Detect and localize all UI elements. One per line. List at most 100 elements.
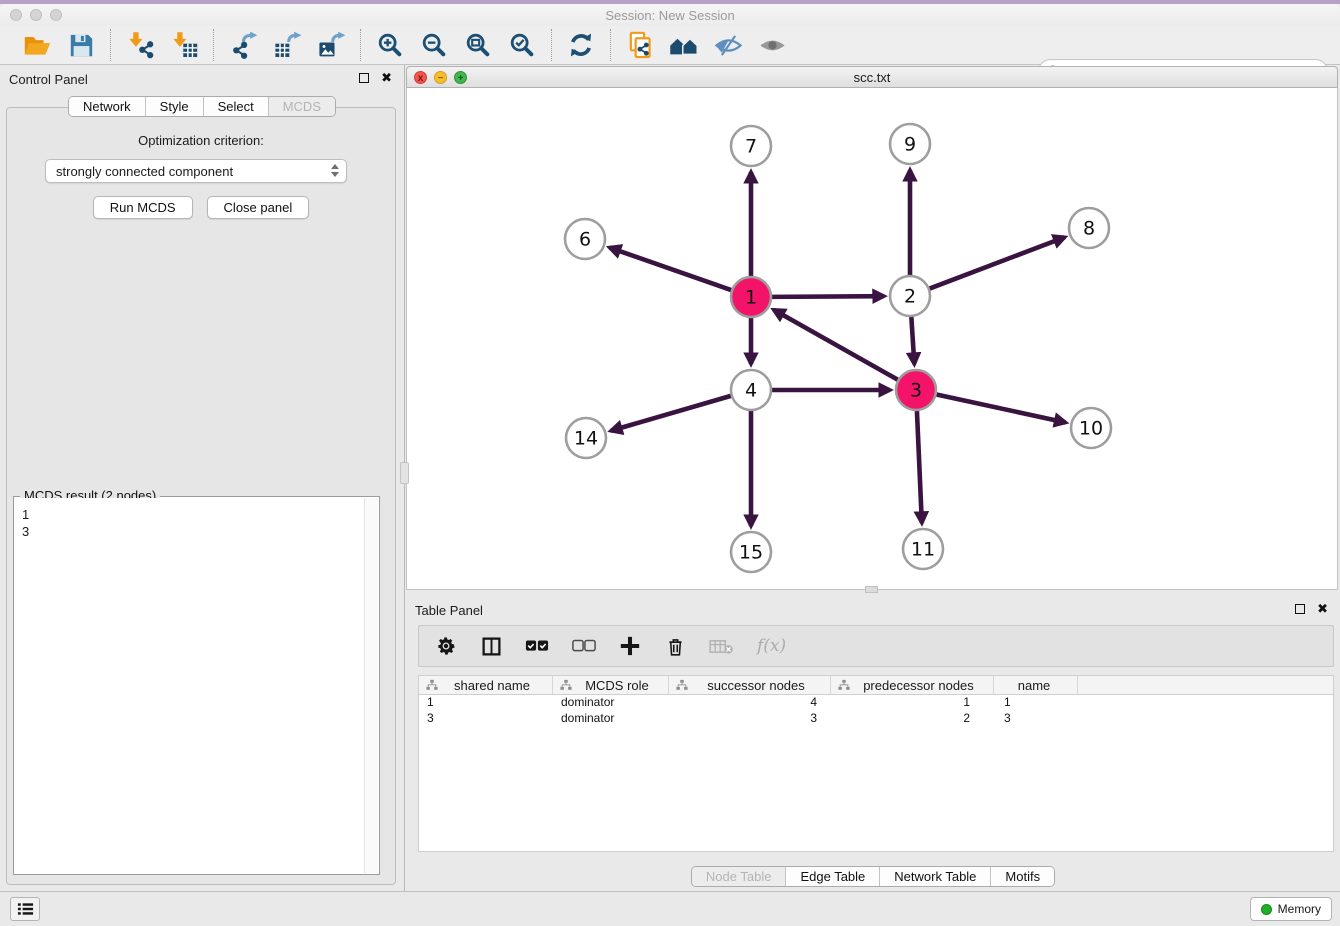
save-session-icon[interactable] (64, 29, 98, 61)
graph-node-label-15: 15 (739, 542, 763, 564)
mcds-tab-content: Optimization criterion: strongly connect… (6, 107, 396, 885)
app-title: Session: New Session (0, 8, 1340, 23)
criterion-select[interactable]: strongly connected component (45, 159, 347, 183)
delete-table-icon[interactable] (709, 633, 734, 659)
status-bar: Memory (0, 891, 1340, 926)
export-network-icon[interactable] (226, 29, 260, 61)
zoom-fit-icon[interactable] (461, 29, 495, 61)
table-row[interactable]: 1 dominator 4 1 1 (419, 695, 1333, 711)
column-type-icon (838, 679, 850, 691)
network-window-title: scc.txt (407, 70, 1337, 85)
graph-node-label-14: 14 (574, 428, 598, 450)
cell-mcds-role[interactable]: dominator (553, 695, 669, 711)
open-session-icon[interactable] (20, 29, 54, 61)
network-canvas-svg: 7968124314101511 (407, 88, 1337, 589)
float-table-panel-icon[interactable] (1295, 604, 1305, 614)
export-image-icon[interactable] (314, 29, 348, 61)
hide-panels-icon[interactable] (711, 29, 745, 61)
mcds-result-box: MCDS result (2 nodes) 1 3 (13, 496, 380, 875)
graph-edge-4-14[interactable] (611, 396, 731, 431)
graph-edge-2-8[interactable] (930, 237, 1065, 288)
graph-edge-2-3[interactable] (911, 317, 914, 364)
column-type-icon (426, 679, 438, 691)
graph-node-label-1: 1 (745, 287, 757, 309)
close-table-panel-icon[interactable]: ✖ (1317, 603, 1328, 615)
column-header-mcds-role[interactable]: MCDS role (553, 676, 669, 694)
zoom-selected-icon[interactable] (505, 29, 539, 61)
add-column-icon[interactable] (619, 633, 641, 659)
import-table-icon[interactable] (167, 29, 201, 61)
apply-function-icon[interactable]: f(x) (757, 633, 786, 659)
tab-style[interactable]: Style (145, 97, 203, 116)
table-toolbar: f(x) (418, 625, 1334, 667)
network-canvas[interactable]: 7968124314101511 (406, 88, 1338, 590)
node-table: shared name MCDS role successor nodes pr… (418, 675, 1334, 852)
clone-network-icon[interactable] (623, 29, 657, 61)
home-view-icon[interactable] (667, 29, 701, 61)
tab-node-table[interactable]: Node Table (692, 867, 786, 886)
import-network-icon[interactable] (123, 29, 157, 61)
close-panel-icon[interactable]: ✖ (381, 72, 392, 84)
graph-node-label-7: 7 (745, 136, 757, 158)
show-columns-icon[interactable] (480, 633, 502, 659)
graph-node-label-9: 9 (904, 134, 916, 156)
app-root: { "window": { "title": "Session: New Ses… (0, 0, 1340, 926)
table-row[interactable]: 3 dominator 3 2 3 (419, 711, 1333, 727)
network-resize-handle[interactable] (865, 586, 878, 593)
mcds-result-list[interactable]: 1 3 (15, 498, 364, 873)
column-header-shared-name[interactable]: shared name (419, 676, 553, 694)
cell-shared-name[interactable]: 1 (419, 695, 553, 711)
graph-edge-3-11[interactable] (917, 411, 922, 523)
panel-splitter-handle[interactable] (400, 462, 409, 484)
column-type-icon (676, 679, 688, 691)
run-mcds-button[interactable]: Run MCDS (93, 196, 193, 219)
graph-node-label-2: 2 (904, 286, 916, 308)
cell-successor-nodes[interactable]: 4 (669, 695, 831, 711)
table-options-gear-icon[interactable] (435, 633, 457, 659)
tab-edge-table[interactable]: Edge Table (785, 867, 879, 886)
cell-name[interactable]: 1 (994, 695, 1078, 711)
tab-motifs[interactable]: Motifs (990, 867, 1054, 886)
column-header-successor-nodes[interactable]: successor nodes (669, 676, 831, 694)
graph-node-label-3: 3 (910, 380, 922, 402)
mcds-result-line: 3 (22, 523, 358, 540)
memory-label: Memory (1278, 902, 1321, 916)
tab-network[interactable]: Network (69, 97, 145, 116)
tab-network-table[interactable]: Network Table (879, 867, 990, 886)
table-panel-header: Table Panel ✖ (406, 596, 1340, 623)
column-header-predecessor-nodes[interactable]: predecessor nodes (831, 676, 994, 694)
optimization-criterion-label: Optimization criterion: (7, 133, 395, 148)
cell-predecessor-nodes[interactable]: 2 (831, 711, 994, 727)
delete-column-trash-icon[interactable] (664, 633, 686, 659)
cell-name[interactable]: 3 (994, 711, 1078, 727)
cell-successor-nodes[interactable]: 3 (669, 711, 831, 727)
memory-button[interactable]: Memory (1250, 897, 1332, 921)
cell-predecessor-nodes[interactable]: 1 (831, 695, 994, 711)
show-panels-eye-icon[interactable] (755, 29, 789, 61)
refresh-view-icon[interactable] (564, 29, 598, 61)
cell-shared-name[interactable]: 3 (419, 711, 553, 727)
export-table-icon[interactable] (270, 29, 304, 61)
zoom-in-icon[interactable] (373, 29, 407, 61)
network-window-titlebar[interactable]: x − + scc.txt (406, 66, 1338, 88)
tab-select[interactable]: Select (203, 97, 268, 116)
column-header-name[interactable]: name (994, 676, 1078, 694)
tab-mcds[interactable]: MCDS (268, 97, 335, 116)
graph-edge-1-6[interactable] (610, 248, 732, 290)
mcds-result-line: 1 (22, 506, 358, 523)
cell-mcds-role[interactable]: dominator (553, 711, 669, 727)
graph-edge-3-1[interactable] (774, 310, 898, 380)
result-scrollbar[interactable] (364, 498, 378, 873)
select-all-columns-icon[interactable] (525, 633, 549, 659)
graph-edge-3-10[interactable] (937, 394, 1066, 422)
graph-node-label-4: 4 (745, 380, 757, 402)
criterion-value: strongly connected component (56, 164, 233, 179)
graph-edge-1-2[interactable] (772, 296, 884, 297)
control-panel-header: Control Panel ✖ (0, 65, 404, 92)
network-view-window: x − + scc.txt 7968124314101511 (406, 66, 1338, 590)
close-panel-button[interactable]: Close panel (207, 196, 310, 219)
float-panel-icon[interactable] (359, 73, 369, 83)
task-history-button[interactable] (10, 897, 40, 921)
deselect-all-columns-icon[interactable] (572, 633, 596, 659)
zoom-out-icon[interactable] (417, 29, 451, 61)
